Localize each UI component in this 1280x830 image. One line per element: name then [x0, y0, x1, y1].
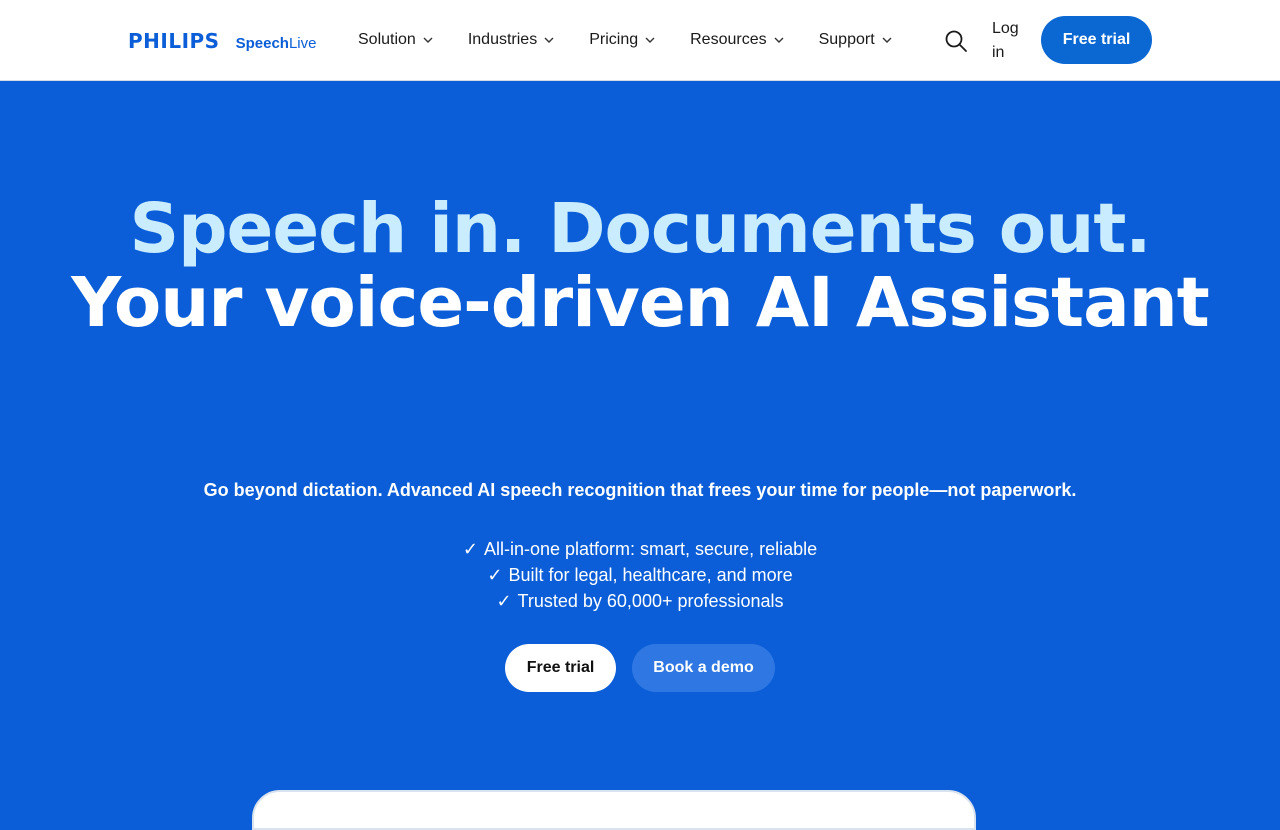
nav-item-label: Industries [467, 31, 538, 48]
speechlive-wordmark: SpeechLive [236, 35, 317, 52]
brand-logo[interactable]: PHILIPS SpeechLive [128, 29, 316, 53]
nav-item-resources[interactable]: Resources [690, 31, 784, 49]
check-icon: ✓ [496, 591, 512, 611]
speechlive-bold: Speech [235, 35, 289, 52]
list-item: ✓ Built for legal, healthcare, and more [0, 562, 1280, 588]
list-item-text: Trusted by 60,000+ professionals [517, 591, 784, 611]
nav-item-pricing[interactable]: Pricing [589, 31, 656, 49]
chevron-down-icon [774, 37, 784, 43]
chevron-down-icon [544, 37, 554, 43]
site-header: PHILIPS SpeechLive Solution Industries P… [0, 0, 1280, 81]
headline-line-2: Your voice-driven AI Assistant [71, 263, 1210, 343]
hero-section: Speech in. Documents out. Your voice-dri… [0, 82, 1280, 830]
login-link[interactable]: Log in [992, 17, 1026, 65]
header-free-trial-button[interactable]: Free trial [1041, 16, 1152, 64]
headline-line-1: Speech in. Documents out. [129, 189, 1151, 269]
book-demo-button[interactable]: Book a demo [632, 644, 775, 692]
nav-item-industries[interactable]: Industries [468, 31, 555, 49]
feature-list: ✓ All-in-one platform: smart, secure, rel… [0, 536, 1280, 614]
list-item-text: Built for legal, healthcare, and more [508, 565, 793, 585]
main-nav: Solution Industries Pricing Resources Su… [358, 0, 927, 80]
chevron-down-icon [645, 37, 655, 43]
check-icon: ✓ [487, 565, 503, 585]
philips-wordmark: PHILIPS [128, 29, 220, 53]
free-trial-button[interactable]: Free trial [505, 644, 616, 692]
nav-item-label: Pricing [589, 31, 639, 48]
list-item: ✓ Trusted by 60,000+ professionals [0, 588, 1280, 614]
hero-cta-group: Free trial Book a demo [505, 644, 775, 692]
nav-item-solution[interactable]: Solution [358, 31, 434, 49]
list-item: ✓ All-in-one platform: smart, secure, rel… [0, 536, 1280, 562]
list-item-text: All-in-one platform: smart, secure, reli… [483, 539, 818, 559]
hero-headline: Speech in. Documents out. Your voice-dri… [0, 192, 1280, 340]
search-icon[interactable] [944, 29, 968, 53]
nav-item-label: Support [818, 31, 875, 48]
hero-subheadline: Go beyond dictation. Advanced AI speech … [203, 480, 1077, 500]
speechlive-light: Live [288, 35, 317, 52]
product-preview-card [252, 790, 976, 830]
chevron-down-icon [423, 37, 433, 43]
check-icon: ✓ [462, 539, 478, 559]
chevron-down-icon [882, 37, 892, 43]
nav-item-label: Resources [690, 31, 767, 48]
nav-item-support[interactable]: Support [819, 31, 893, 49]
nav-item-label: Solution [358, 31, 416, 48]
